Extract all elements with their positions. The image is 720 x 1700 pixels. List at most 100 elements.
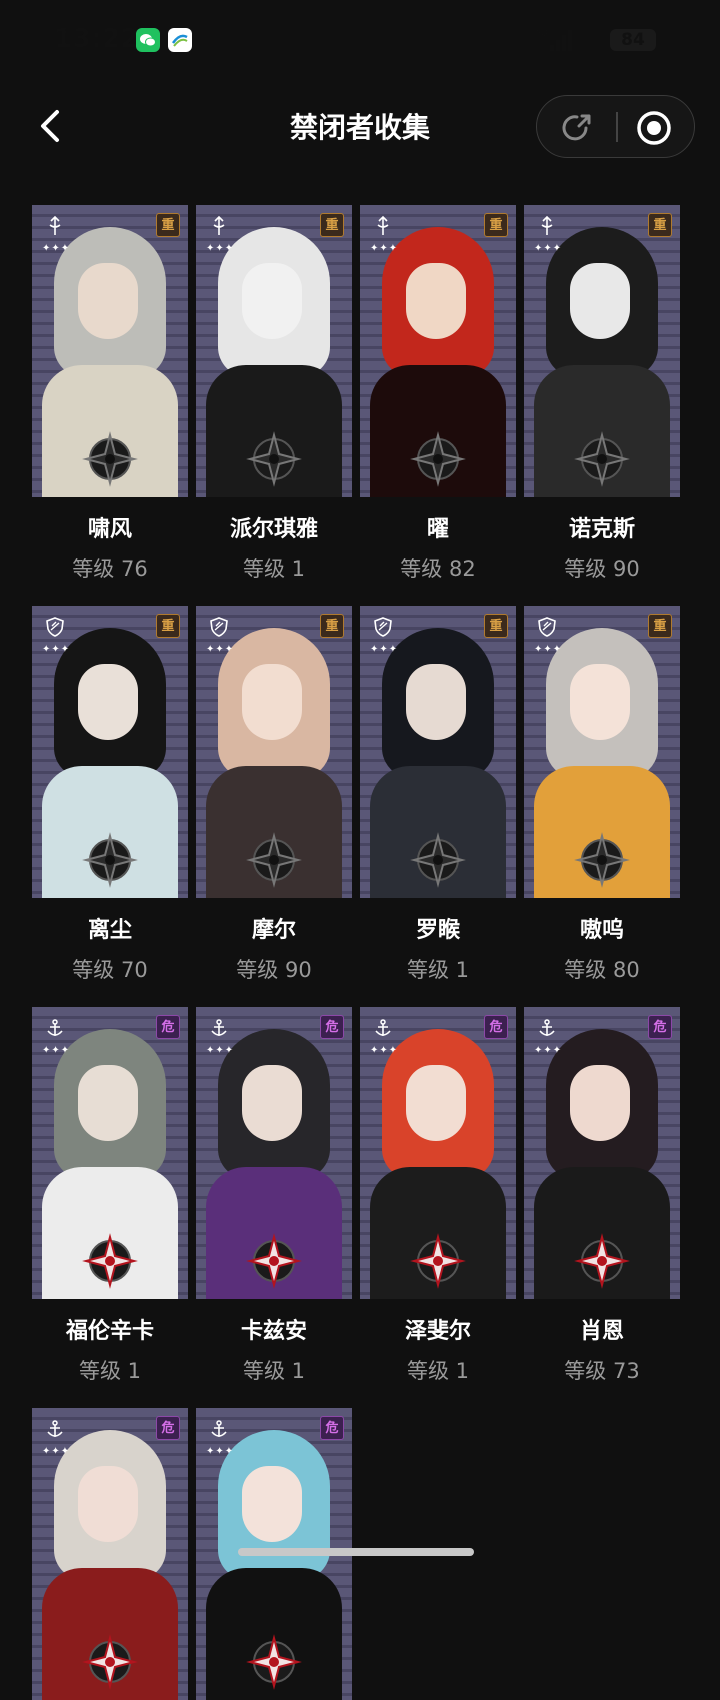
- rarity-badge: 重: [484, 614, 508, 638]
- character-name: 罗睺: [415, 918, 460, 943]
- rank-stars: ✦✦✦: [206, 1446, 235, 1457]
- character-card[interactable]: ✦✦✦ 重派尔琪雅等级 1: [196, 205, 352, 583]
- character-level: 等级 73: [564, 1359, 640, 1383]
- character-card[interactable]: ✦✦✦ 危: [32, 1408, 188, 1700]
- faction-emblem-icon: [410, 431, 466, 487]
- character-portrait: ✦✦✦ 危: [32, 1408, 188, 1700]
- portrait-face: [406, 263, 466, 339]
- character-level: 等级 82: [400, 557, 476, 581]
- anchor-icon: [44, 1017, 66, 1039]
- rarity-badge: 重: [648, 213, 672, 237]
- rank-stars: ✦✦✦: [206, 243, 235, 254]
- rank-stars: ✦✦✦: [370, 1045, 399, 1056]
- faction-emblem-icon: [246, 1634, 302, 1690]
- signal-icon: 5G: [536, 28, 572, 51]
- character-card[interactable]: ✦✦✦ 重摩尔 等级 90: [196, 606, 352, 984]
- character-name: 泽斐尔: [404, 1319, 471, 1344]
- rank-stars: ✦✦✦: [370, 644, 399, 655]
- portrait-face: [242, 1065, 302, 1141]
- portrait-face: [78, 1065, 138, 1141]
- spear-icon: [44, 215, 66, 237]
- rank-stars: ✦✦✦: [206, 644, 235, 655]
- character-card[interactable]: ✦✦✦ 危福伦辛卡 等级 1: [32, 1007, 188, 1385]
- character-portrait: ✦✦✦ 危: [524, 1007, 680, 1299]
- rarity-badge: 危: [156, 1416, 180, 1440]
- character-level: 等级 1: [242, 557, 306, 581]
- character-name: 肖恩: [579, 1319, 624, 1344]
- share-button[interactable]: [559, 110, 595, 146]
- character-portrait: ✦✦✦ 重: [360, 606, 516, 898]
- character-card[interactable]: ✦✦✦ 重罗睺等级 1: [360, 606, 516, 984]
- character-card[interactable]: ✦✦✦ 危卡兹安 等级 1: [196, 1007, 352, 1385]
- svg-text:5G: 5G: [536, 28, 548, 38]
- portrait-face: [570, 664, 630, 740]
- rank-stars: ✦✦✦: [42, 644, 71, 655]
- character-name: 福伦辛卡: [65, 1319, 154, 1344]
- character-portrait: ✦✦✦ 危: [360, 1007, 516, 1299]
- spear-icon: [372, 215, 394, 237]
- spear-icon: [208, 215, 230, 237]
- rank-stars: ✦✦✦: [534, 1045, 563, 1056]
- faction-emblem-icon: [246, 832, 302, 888]
- anchor-icon: [536, 1017, 558, 1039]
- character-portrait: ✦✦✦ 重: [524, 606, 680, 898]
- rarity-badge: 重: [156, 213, 180, 237]
- faction-emblem-icon: [246, 1233, 302, 1289]
- character-name: 派尔琪雅: [229, 517, 318, 542]
- rank-stars: ✦✦✦: [42, 243, 71, 254]
- faction-emblem-icon: [410, 1233, 466, 1289]
- rank-stars: ✦✦✦: [534, 644, 563, 655]
- character-level: 等级 1: [406, 958, 470, 982]
- rarity-badge: 危: [156, 1015, 180, 1039]
- rarity-badge: 重: [484, 213, 508, 237]
- portrait-face: [406, 664, 466, 740]
- character-card[interactable]: ✦✦✦ 危肖恩等级 73: [524, 1007, 680, 1385]
- character-name: 啸风: [87, 517, 132, 542]
- character-portrait: ✦✦✦ 重: [32, 606, 188, 898]
- navigation-bar: 禁闭者收集: [0, 90, 720, 162]
- anchor-icon: [44, 1418, 66, 1440]
- home-indicator[interactable]: [238, 1548, 474, 1556]
- record-circle-icon: [637, 111, 671, 145]
- character-name: 嗷呜: [579, 918, 624, 943]
- shield-icon: [372, 616, 394, 638]
- character-level: 等级 1: [406, 1359, 470, 1383]
- character-name: 离尘: [87, 918, 132, 943]
- share-icon: [562, 114, 591, 141]
- character-card[interactable]: ✦✦✦ 重诺克斯等级 90: [524, 205, 680, 583]
- character-card[interactable]: ✦✦✦ 重曜等级 82: [360, 205, 516, 583]
- character-portrait: ✦✦✦ 重: [524, 205, 680, 497]
- character-level: 等级 90: [564, 557, 640, 581]
- capsule-divider: [616, 112, 618, 142]
- character-name: 曜: [426, 517, 449, 542]
- close-button[interactable]: [635, 109, 673, 147]
- portrait-face: [78, 1466, 138, 1542]
- character-card[interactable]: ✦✦✦ 重嗷呜 等级 80: [524, 606, 680, 984]
- rarity-badge: 危: [484, 1015, 508, 1039]
- portrait-face: [406, 1065, 466, 1141]
- character-card[interactable]: ✦✦✦ 重离尘 等级 70: [32, 606, 188, 984]
- character-portrait: ✦✦✦ 重: [196, 606, 352, 898]
- character-name: 卡兹安: [240, 1319, 307, 1344]
- faction-emblem-icon: [246, 431, 302, 487]
- rarity-badge: 重: [320, 213, 344, 237]
- faction-emblem-icon: [574, 1233, 630, 1289]
- character-card[interactable]: ✦✦✦ 重啸风 等级 76: [32, 205, 188, 583]
- character-card[interactable]: ✦✦✦ 危泽斐尔等级 1: [360, 1007, 516, 1385]
- rarity-badge: 重: [156, 614, 180, 638]
- portrait-face: [78, 263, 138, 339]
- faction-emblem-icon: [574, 832, 630, 888]
- portrait-face: [242, 664, 302, 740]
- rank-stars: ✦✦✦: [42, 1045, 71, 1056]
- character-level: 等级 1: [242, 1359, 306, 1383]
- portrait-face: [570, 1065, 630, 1141]
- rarity-badge: 重: [320, 614, 344, 638]
- rank-stars: ✦✦✦: [42, 1446, 71, 1457]
- faction-emblem-icon: [82, 1634, 138, 1690]
- status-bar: 13:22 5G 84: [0, 0, 720, 80]
- portrait-face: [242, 263, 302, 339]
- rarity-badge: 重: [648, 614, 672, 638]
- anchor-icon: [372, 1017, 394, 1039]
- rarity-badge: 危: [648, 1015, 672, 1039]
- character-name: 诺克斯: [568, 517, 635, 542]
